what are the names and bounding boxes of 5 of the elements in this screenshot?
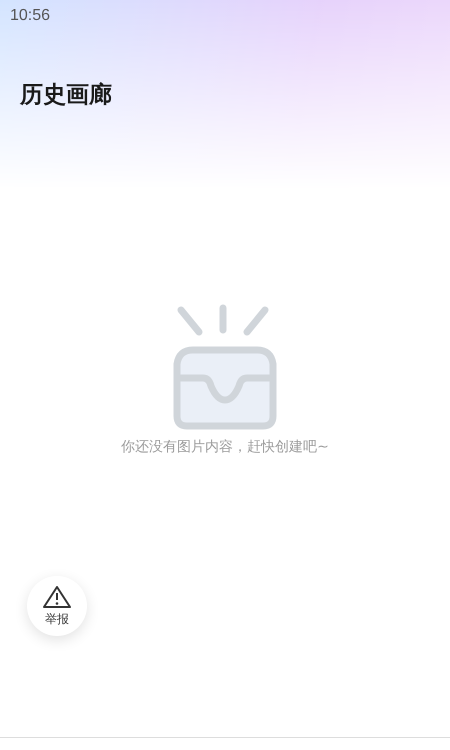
status-time: 10:56 — [10, 7, 50, 25]
page-title: 历史画廊 — [20, 80, 112, 110]
report-button[interactable]: 举报 — [27, 576, 87, 636]
empty-message: 你还没有图片内容，赶快创建吧~ — [121, 438, 329, 456]
warning-icon — [42, 584, 72, 608]
